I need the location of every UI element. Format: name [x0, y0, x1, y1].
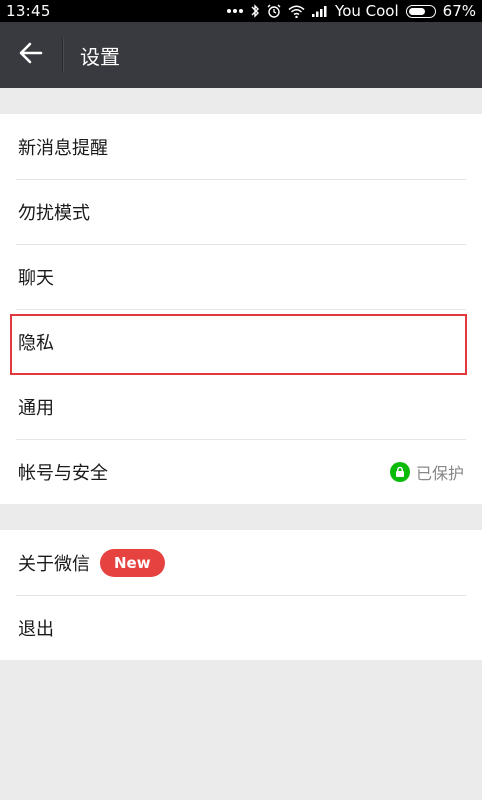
wifi-icon: [288, 5, 305, 18]
top-bar: 设置: [0, 22, 482, 88]
more-dots-icon: [227, 8, 244, 14]
settings-group-main: 新消息提醒 勿扰模式 聊天 隐私 通用 帐号与安全 已保护: [0, 114, 482, 504]
page-title: 设置: [80, 44, 120, 69]
lock-icon: [389, 461, 410, 482]
settings-item-account-security[interactable]: 帐号与安全 已保护: [0, 439, 482, 504]
settings-group-secondary: 关于微信 New 退出: [0, 530, 482, 660]
settings-item-general[interactable]: 通用: [0, 374, 482, 439]
status-bar: 13:45 You Cool 67%: [0, 0, 482, 22]
settings-item-label: 勿扰模式: [18, 202, 90, 224]
back-arrow-icon: [19, 42, 43, 68]
status-carrier: You Cool: [335, 2, 399, 20]
settings-item-label: 关于微信: [18, 553, 90, 575]
settings-item-label: 帐号与安全: [18, 462, 108, 484]
settings-item-label: 聊天: [18, 267, 54, 289]
settings-item-privacy[interactable]: 隐私: [0, 309, 482, 374]
back-button[interactable]: [0, 22, 62, 88]
battery-icon: [405, 4, 436, 18]
account-status: 已保护: [389, 439, 464, 504]
settings-item-label: 隐私: [18, 332, 54, 354]
settings-item-notifications[interactable]: 新消息提醒: [0, 114, 482, 179]
settings-item-logout[interactable]: 退出: [0, 595, 482, 660]
settings-item-do-not-disturb[interactable]: 勿扰模式: [0, 179, 482, 244]
signal-icon: [312, 5, 328, 17]
settings-item-label: 退出: [18, 618, 54, 640]
new-badge: New: [100, 548, 165, 577]
status-time: 13:45: [6, 2, 51, 20]
account-status-text: 已保护: [415, 463, 464, 483]
settings-item-label: 通用: [18, 397, 54, 419]
battery-percent: 67%: [442, 2, 476, 20]
settings-item-label: 新消息提醒: [18, 137, 108, 159]
bluetooth-icon: [250, 4, 260, 18]
header-divider: [62, 38, 64, 72]
settings-item-chat[interactable]: 聊天: [0, 244, 482, 309]
settings-item-about[interactable]: 关于微信 New: [0, 530, 482, 595]
alarm-icon: [267, 4, 281, 18]
